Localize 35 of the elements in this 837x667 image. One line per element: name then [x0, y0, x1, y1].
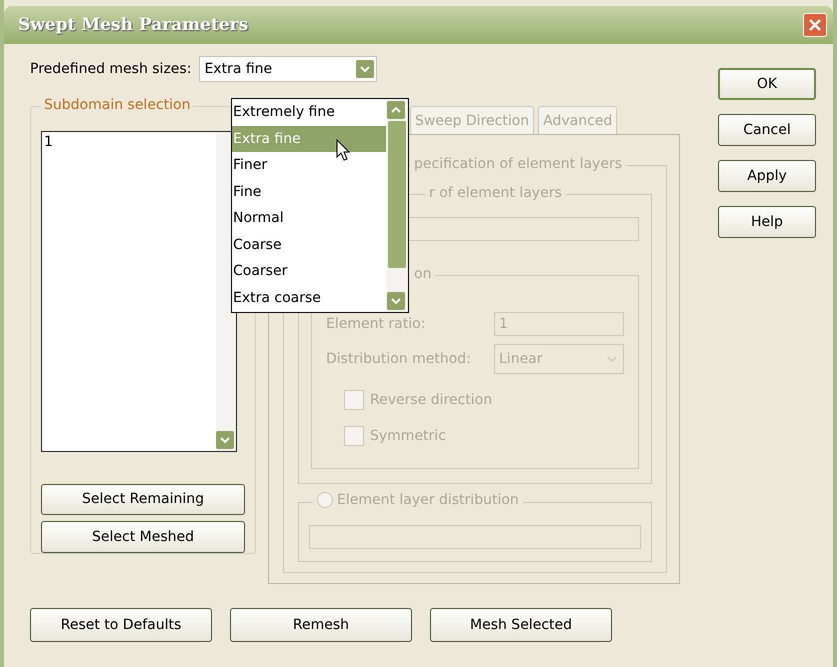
- scroll-thumb[interactable]: [388, 121, 406, 268]
- field-label: Distribution method:: [326, 351, 471, 367]
- window-title: Swept Mesh Parameters: [18, 15, 248, 35]
- group-title: r of element layers: [425, 185, 566, 201]
- dialog-button[interactable]: Cancel: [718, 114, 816, 146]
- close-icon: [807, 17, 823, 33]
- select-button[interactable]: Select Meshed: [41, 521, 245, 553]
- scroll-down-button[interactable]: [216, 430, 234, 449]
- dialog-button[interactable]: Help: [718, 206, 816, 238]
- radio-label: Element layer distribution: [337, 492, 519, 508]
- action-button[interactable]: Reset to Defaults: [30, 608, 212, 642]
- chevron-down-icon: [607, 355, 617, 363]
- dropdown-option[interactable]: Extremely fine: [232, 99, 386, 126]
- checkbox-label: Symmetric: [370, 428, 446, 444]
- action-button[interactable]: Mesh Selected: [430, 608, 612, 642]
- mesh-size-dropdown[interactable]: Extra fine: [199, 56, 378, 82]
- close-button[interactable]: [803, 13, 827, 37]
- action-button[interactable]: Remesh: [230, 608, 412, 642]
- field-label: Predefined mesh sizes:: [30, 61, 192, 77]
- chevron-down-icon: [220, 436, 230, 444]
- chevron-down-icon: [356, 60, 374, 78]
- distribution-field[interactable]: [309, 525, 641, 549]
- chevron-down-icon: [391, 297, 401, 305]
- dialog-button[interactable]: Apply: [718, 160, 816, 192]
- chevron-up-icon: [391, 106, 401, 114]
- select-button[interactable]: Select Remaining: [41, 484, 245, 516]
- group-title: pecification of element layers: [410, 156, 626, 172]
- mouse-cursor-icon: [336, 139, 352, 163]
- scrollbar[interactable]: [386, 99, 408, 312]
- dialog-button[interactable]: OK: [718, 68, 816, 100]
- list-item[interactable]: 1: [44, 134, 214, 150]
- field-label: Element ratio:: [326, 316, 426, 332]
- scroll-up-button[interactable]: [387, 101, 405, 119]
- checkbox-label: Reverse direction: [370, 392, 492, 408]
- scroll-down-button[interactable]: [387, 292, 405, 310]
